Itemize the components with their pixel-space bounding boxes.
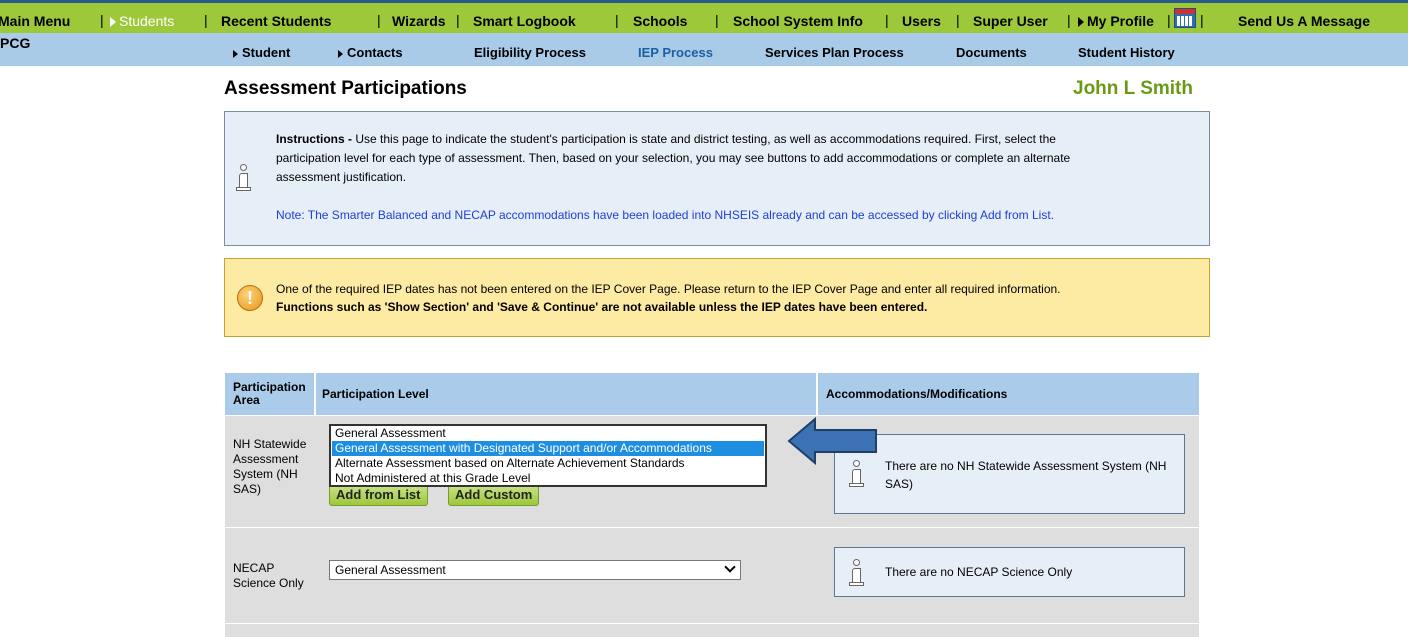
participation-level-dropdown-nh-sas[interactable]: General Assessment General Assessment wi… [329, 424, 767, 487]
nav-separator: | [204, 12, 208, 28]
instructions-line-1: Instructions - Use this page to indicate… [276, 130, 1176, 149]
nav-separator: | [377, 12, 381, 28]
page-title: Assessment Participations [224, 78, 467, 99]
add-custom-button[interactable]: Add Custom [448, 484, 540, 506]
nav-separator: | [715, 12, 719, 28]
nav-wizards[interactable]: Wizards [392, 13, 446, 29]
triangle-right-icon [233, 49, 238, 58]
instructions-panel: Instructions - Use this page to indicate… [224, 111, 1210, 246]
top-navigation-bar: Main Menu | Students | Recent Students |… [0, 0, 1408, 33]
header-participation-area: Participation Area [233, 380, 306, 407]
row-area-nh-sas: NH Statewide Assessment System (NH SAS) [233, 437, 307, 496]
nav-separator: | [100, 12, 104, 28]
table-header-row: Participation Area Participation Level A… [225, 373, 1199, 415]
nav-users[interactable]: Users [902, 13, 941, 29]
tab-contacts-label: Contacts [347, 45, 403, 60]
option-general-assessment[interactable]: General Assessment [332, 426, 764, 441]
accommodations-text-necap: There are no NECAP Science Only [885, 565, 1073, 579]
participation-level-select-necap[interactable]: General Assessment [329, 560, 741, 580]
instructions-line-1-text: Use this page to indicate the student's … [355, 132, 1056, 146]
instructions-line-3: assessment justification. [276, 170, 407, 184]
calendar-icon[interactable] [1174, 8, 1196, 28]
tab-contacts[interactable]: Contacts [338, 45, 403, 60]
nav-main-menu[interactable]: Main Menu [0, 13, 70, 29]
nav-my-profile-label: My Profile [1087, 13, 1154, 29]
option-general-with-support[interactable]: General Assessment with Designated Suppo… [332, 441, 764, 456]
select-value: General Assessment [335, 563, 446, 577]
tab-student[interactable]: Student [233, 45, 290, 60]
triangle-right-icon [1078, 17, 1084, 28]
nav-separator: | [456, 12, 460, 28]
nav-separator: | [1200, 12, 1204, 28]
nav-smart-logbook[interactable]: Smart Logbook [473, 13, 576, 29]
chevron-down-icon [724, 561, 736, 573]
info-icon [849, 559, 864, 587]
info-icon [236, 164, 251, 192]
student-name: John L Smith [1073, 78, 1193, 99]
brand-label: PCG [0, 35, 31, 51]
accommodations-text-nh-sas: There are no NH Statewide Assessment Sys… [885, 459, 1167, 491]
nav-students-label: Students [119, 13, 175, 29]
nav-schools[interactable]: Schools [633, 13, 687, 29]
nav-separator: | [956, 12, 960, 28]
tab-documents[interactable]: Documents [956, 45, 1027, 60]
option-alternate-assessment[interactable]: Alternate Assessment based on Alternate … [332, 456, 764, 471]
triangle-right-icon [338, 49, 343, 58]
nav-separator: | [1167, 12, 1171, 28]
warning-line-2: Functions such as 'Show Section' and 'Sa… [276, 300, 928, 314]
nav-super-user[interactable]: Super User [973, 13, 1048, 29]
tab-eligibility-process[interactable]: Eligibility Process [474, 45, 586, 60]
header-participation-level: Participation Level [322, 387, 429, 401]
instructions-lead: Instructions - [276, 132, 356, 146]
sub-navigation-bar: PCG Student Contacts Eligibility Process… [0, 33, 1408, 66]
tab-iep-process[interactable]: IEP Process [638, 45, 713, 60]
triangle-right-icon [110, 17, 116, 28]
header-accommodations: Accommodations/Modifications [826, 387, 1008, 401]
row-area-necap: NECAP Science Only [233, 561, 304, 590]
arrow-left-icon [787, 416, 877, 466]
accommodations-box-necap: There are no NECAP Science Only [834, 547, 1185, 597]
instructions-note: Note: The Smarter Balanced and NECAP acc… [276, 208, 1054, 222]
nav-send-us-a-message[interactable]: Send Us A Message [1238, 13, 1370, 29]
warning-line-1: One of the required IEP dates has not be… [276, 282, 1061, 296]
nav-separator: | [615, 12, 619, 28]
add-from-list-button[interactable]: Add from List [329, 484, 428, 506]
tab-services-plan-process[interactable]: Services Plan Process [765, 45, 904, 60]
option-not-administered[interactable]: Not Administered at this Grade Level [332, 471, 764, 486]
nav-students[interactable]: Students [110, 13, 174, 29]
instructions-line-2: participation level for each type of ass… [276, 151, 1071, 165]
warning-panel: ! One of the required IEP dates has not … [224, 258, 1210, 337]
accommodations-box-nh-sas: There are no NH Statewide Assessment Sys… [834, 434, 1185, 514]
nav-school-system-info[interactable]: School System Info [733, 13, 863, 29]
warning-icon: ! [237, 285, 263, 311]
tab-student-label: Student [242, 45, 291, 60]
nav-my-profile[interactable]: My Profile [1078, 13, 1154, 29]
nav-separator: | [885, 12, 889, 28]
table-row [225, 623, 1199, 637]
tab-student-history[interactable]: Student History [1078, 45, 1175, 60]
nav-recent-students[interactable]: Recent Students [221, 13, 331, 29]
nav-separator: | [1067, 12, 1071, 28]
